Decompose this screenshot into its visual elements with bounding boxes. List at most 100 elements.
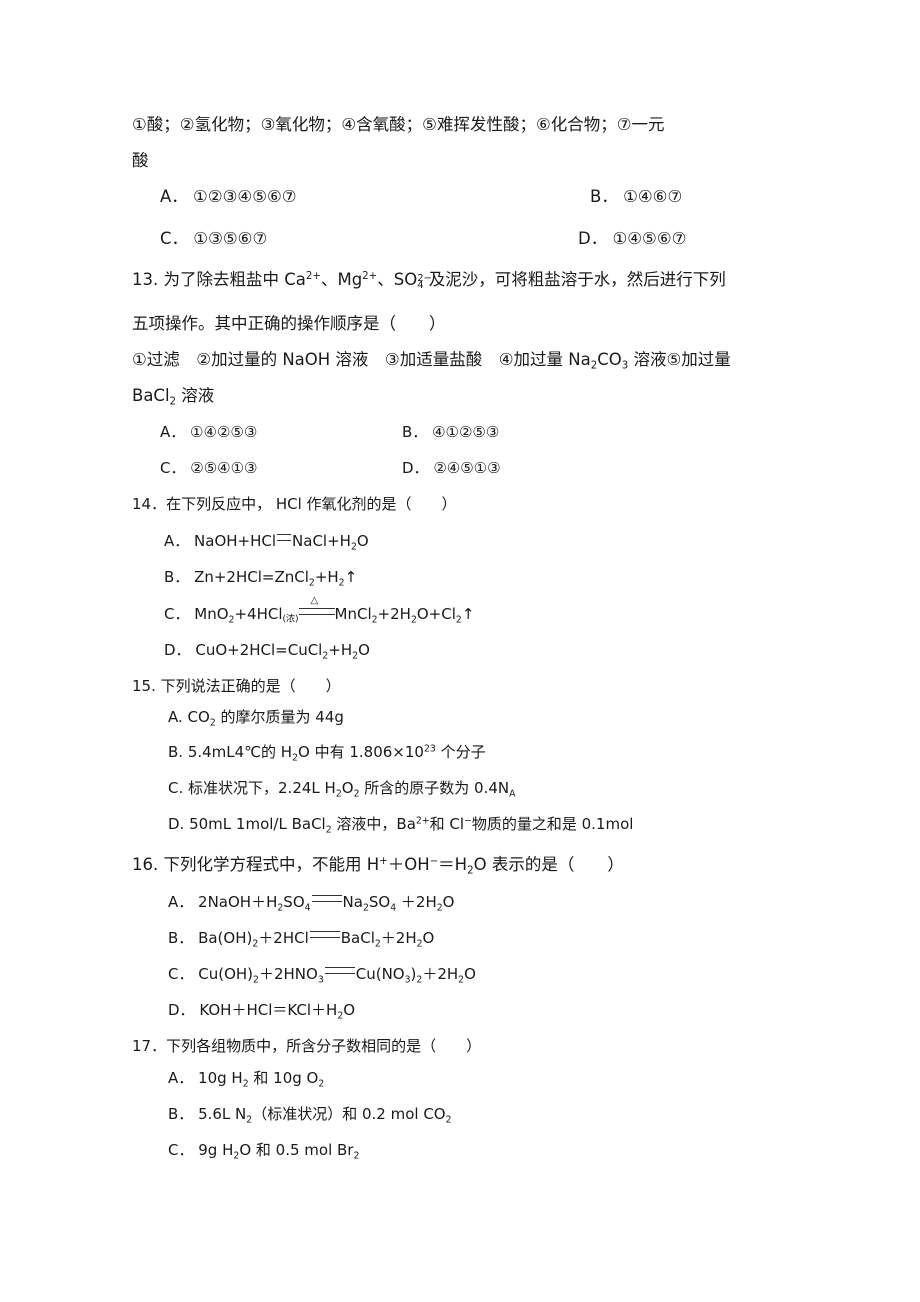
text-run: BaCl bbox=[340, 929, 375, 947]
text-run: 个分子 bbox=[435, 743, 486, 761]
q13-stem-line1: 13. 为了除去粗盐中 Ca2+、Mg2+、SO 2− 4 及泥沙，可将粗盐溶于水，… bbox=[132, 269, 726, 291]
text-run: 、SO bbox=[377, 270, 418, 289]
text-run: +H bbox=[328, 641, 353, 659]
option-text: ①④②⑤③ bbox=[190, 423, 258, 441]
text-run: ①过滤 ②加过量的 NaOH 溶液 ③加适量盐酸 ④加过量 Na bbox=[132, 350, 591, 369]
q13-operations-line1: ①过滤 ②加过量的 NaOH 溶液 ③加适量盐酸 ④加过量 Na2CO3 溶液⑤… bbox=[132, 349, 731, 371]
text-run: MnCl bbox=[334, 605, 372, 623]
option-label: B． bbox=[402, 423, 428, 441]
option-text: 9g H2O 和 0.5 mol Br2 bbox=[198, 1141, 360, 1162]
superscript: 23 bbox=[423, 743, 436, 755]
q15-option-b[interactable]: B. 5.4mL4℃的 H2O 中有 1.806×1023 个分子 bbox=[168, 741, 486, 763]
q16-option-a[interactable]: A． 2NaOH＋H2SO4 Na2SO4 ＋2H2O bbox=[168, 891, 454, 913]
q13-operations-line2: BaCl2 溶液 bbox=[132, 385, 214, 407]
text-run: O 表示的是（ ） bbox=[473, 855, 624, 874]
q14-option-d[interactable]: D． CuO+2HCl=CuCl2+H2O bbox=[164, 639, 370, 661]
q12-option-c[interactable]: C． ①③⑤⑥⑦ bbox=[160, 228, 267, 250]
text-run: D. 50mL 1mol/L BaCl bbox=[168, 815, 326, 833]
text-run: （标准状况）和 0.2 mol CO bbox=[252, 1105, 446, 1123]
text-run: 16. 下列化学方程式中，不能用 H bbox=[132, 855, 380, 874]
text-run: 物质的量之和是 0.1mol bbox=[471, 815, 634, 833]
text-run: O bbox=[442, 893, 455, 911]
option-label: A． bbox=[168, 1069, 194, 1087]
option-text: NaOH+HCl NaCl+H2O bbox=[194, 532, 369, 551]
q15-option-a[interactable]: A. CO2 的摩尔质量为 44g bbox=[168, 706, 344, 728]
text-run: 溶液中，Ba bbox=[331, 815, 416, 833]
q16-option-d[interactable]: D． KOH＋HCl＝KCl＋H2O bbox=[168, 999, 355, 1021]
ion-charge: 2− 4 bbox=[417, 272, 432, 292]
q17-option-a[interactable]: A． 10g H2 和 10g O2 bbox=[168, 1067, 324, 1089]
text-run: 和 Cl bbox=[429, 815, 465, 833]
text-run: Ba(OH) bbox=[198, 929, 253, 947]
text-run: Cu(NO bbox=[355, 965, 405, 983]
text-run: CO bbox=[597, 350, 622, 369]
superscript: 2+ bbox=[305, 270, 321, 282]
text-run: A. CO bbox=[168, 708, 210, 726]
q16-option-c[interactable]: C． Cu(OH)2＋2HNO3 Cu(NO3)2＋2H2O bbox=[168, 963, 476, 985]
q13-option-c[interactable]: C． ②⑤④①③ bbox=[160, 457, 258, 479]
text-run: 、Mg bbox=[320, 270, 363, 289]
q12-items-line1: ①酸；②氢化物；③氧化物；④含氧酸；⑤难挥发性酸；⑥化合物；⑦一元 bbox=[132, 115, 665, 134]
q17-option-c[interactable]: C． 9g H2O 和 0.5 mol Br2 bbox=[168, 1139, 359, 1161]
q16-stem: 16. 下列化学方程式中，不能用 H+＋OH−＝H2O 表示的是（ ） bbox=[132, 854, 624, 876]
text-run: +H bbox=[314, 568, 339, 586]
text-run: ＋2H bbox=[380, 929, 417, 947]
text-run: O bbox=[422, 929, 435, 947]
q14-option-b[interactable]: B． Zn+2HCl=ZnCl2+H2↑ bbox=[164, 566, 357, 588]
q13-option-a[interactable]: A． ①④②⑤③ bbox=[160, 421, 257, 443]
option-label: C． bbox=[164, 605, 190, 623]
q13-option-b[interactable]: B． ④①②⑤③ bbox=[402, 421, 499, 443]
option-text: ②⑤④①③ bbox=[190, 459, 258, 477]
text-run: Na bbox=[342, 893, 363, 911]
option-label: C． bbox=[168, 1141, 194, 1159]
q12-items-line2: 酸 bbox=[132, 151, 149, 170]
text-run: MnO bbox=[194, 605, 229, 623]
q17-option-b[interactable]: B． 5.6L N2（标准状况）和 0.2 mol CO2 bbox=[168, 1103, 452, 1125]
subscript: 2 bbox=[353, 1150, 360, 1162]
text-run: Cu(OH) bbox=[198, 965, 254, 983]
option-text: ②④⑤①③ bbox=[433, 459, 501, 477]
text-run: ＋2H bbox=[422, 965, 459, 983]
option-text: ①③⑤⑥⑦ bbox=[193, 229, 268, 248]
text-run: O bbox=[358, 641, 370, 659]
q16-option-b[interactable]: B． Ba(OH)2＋2HCl BaCl2＋2H2O bbox=[168, 927, 434, 949]
option-text: ①④⑥⑦ bbox=[623, 187, 683, 206]
q14-option-a[interactable]: A． NaOH+HCl NaCl+H2O bbox=[164, 530, 369, 552]
option-text: CuO+2HCl=CuCl2+H2O bbox=[195, 641, 370, 660]
option-label: D． bbox=[164, 641, 191, 659]
superscript: + bbox=[379, 855, 388, 867]
text-run: O bbox=[343, 1001, 356, 1019]
q12-option-d[interactable]: D． ①④⑤⑥⑦ bbox=[578, 228, 686, 250]
option-text: ④①②⑤③ bbox=[432, 423, 500, 441]
option-label: A． bbox=[160, 187, 188, 206]
q13-option-d[interactable]: D． ②④⑤①③ bbox=[402, 457, 501, 479]
text-run: SO bbox=[368, 893, 391, 911]
superscript: 2+ bbox=[415, 815, 430, 827]
option-text: Cu(OH)2＋2HNO3 Cu(NO3)2＋2H2O bbox=[198, 965, 476, 986]
q12-option-a[interactable]: A． ①②③④⑤⑥⑦ bbox=[160, 186, 297, 208]
superscript: − bbox=[464, 815, 472, 827]
q13-stem-line2: 五项操作。其中正确的操作顺序是（ ） bbox=[132, 314, 446, 333]
text-run: O+Cl bbox=[416, 605, 456, 623]
text-run: BaCl bbox=[132, 386, 170, 405]
option-label: D． bbox=[168, 1001, 195, 1019]
q15-option-c[interactable]: C. 标准状况下，2.24L H2O2 所含的原子数为 0.4NA bbox=[168, 777, 515, 799]
text-run: SO bbox=[283, 893, 305, 911]
text-run: ＋2HCl bbox=[258, 929, 309, 947]
option-text: Ba(OH)2＋2HCl BaCl2＋2H2O bbox=[198, 929, 435, 948]
option-label: B． bbox=[168, 929, 194, 947]
q15-option-d[interactable]: D. 50mL 1mol/L BaCl2 溶液中，Ba2+和 Cl−物质的量之和… bbox=[168, 813, 633, 835]
text-run: ＝H bbox=[438, 855, 468, 874]
text-run: ＋OH bbox=[387, 855, 430, 874]
q14-option-c[interactable]: C． MnO2+4HCl(浓) △ MnCl2+2H2O+Cl2↑ bbox=[164, 595, 474, 631]
q12-option-b[interactable]: B． ①④⑥⑦ bbox=[590, 186, 682, 208]
text-run: O 和 0.5 mol Br bbox=[239, 1141, 354, 1159]
q14-stem: 14．在下列反应中， HCl 作氧化剂的是（ ） bbox=[132, 495, 457, 513]
option-text: ①④⑤⑥⑦ bbox=[612, 229, 687, 248]
equals-sign-icon bbox=[311, 894, 342, 902]
subscript: 2 bbox=[318, 1078, 325, 1090]
text-run: O bbox=[464, 965, 476, 983]
subscript: 3 bbox=[317, 974, 324, 986]
text-run: Zn+2HCl=ZnCl bbox=[194, 568, 309, 586]
text-run: O bbox=[341, 779, 354, 797]
